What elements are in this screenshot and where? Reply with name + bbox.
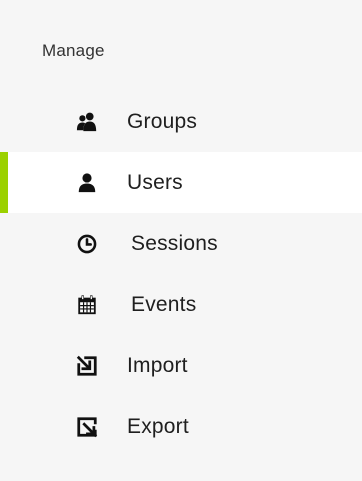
- sidebar-item-label: Export: [127, 414, 189, 438]
- sidebar-item-import[interactable]: Import: [0, 335, 362, 396]
- user-icon: [76, 172, 98, 194]
- sidebar-item-users[interactable]: Users: [0, 152, 362, 213]
- calendar-icon: [76, 294, 98, 316]
- sidebar-item-label: Users: [127, 170, 183, 194]
- sidebar-item-export[interactable]: Export: [0, 396, 362, 457]
- sidebar-item-groups[interactable]: Groups: [0, 91, 362, 152]
- sidebar-menu: Groups Users Sessions Events Import Expo…: [0, 91, 362, 457]
- import-icon: [76, 355, 98, 377]
- export-icon: [76, 416, 98, 438]
- sidebar-item-label: Import: [127, 353, 188, 377]
- sidebar-item-events[interactable]: Events: [0, 274, 362, 335]
- sidebar-item-sessions[interactable]: Sessions: [0, 213, 362, 274]
- groups-icon: [76, 111, 98, 133]
- sidebar-item-label: Events: [131, 292, 197, 316]
- sidebar-item-label: Sessions: [131, 231, 218, 255]
- sidebar: Manage Groups Users Sessions Events Impo…: [0, 0, 362, 481]
- section-title-manage: Manage: [42, 41, 105, 60]
- clock-icon: [76, 233, 98, 255]
- sidebar-item-label: Groups: [127, 109, 198, 133]
